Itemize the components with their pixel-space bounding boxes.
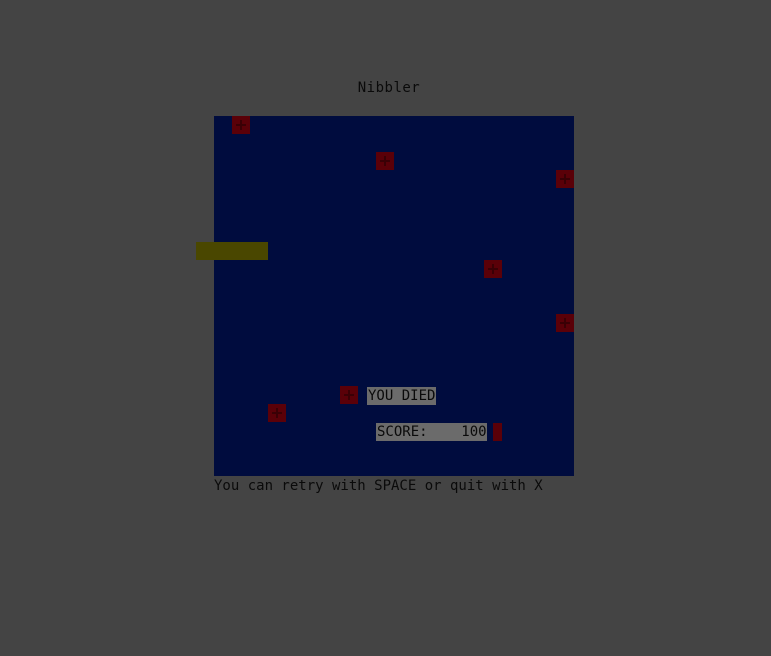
you-died-message: YOU DIED	[367, 387, 437, 405]
score-value: 100	[461, 424, 487, 440]
food-item	[556, 170, 574, 188]
text-cursor	[493, 423, 502, 441]
game-board	[214, 116, 574, 476]
snake-body	[196, 242, 268, 260]
retry-hint: You can retry with SPACE or quit with X	[214, 478, 543, 494]
food-item	[232, 116, 250, 134]
food-item	[484, 260, 502, 278]
food-item	[556, 314, 574, 332]
food-item	[376, 152, 394, 170]
score-label: SCORE:	[377, 424, 428, 440]
food-item	[268, 404, 286, 422]
food-item	[340, 386, 358, 404]
score-display: SCORE: 100	[376, 423, 487, 441]
game-title: Nibbler	[357, 80, 421, 96]
